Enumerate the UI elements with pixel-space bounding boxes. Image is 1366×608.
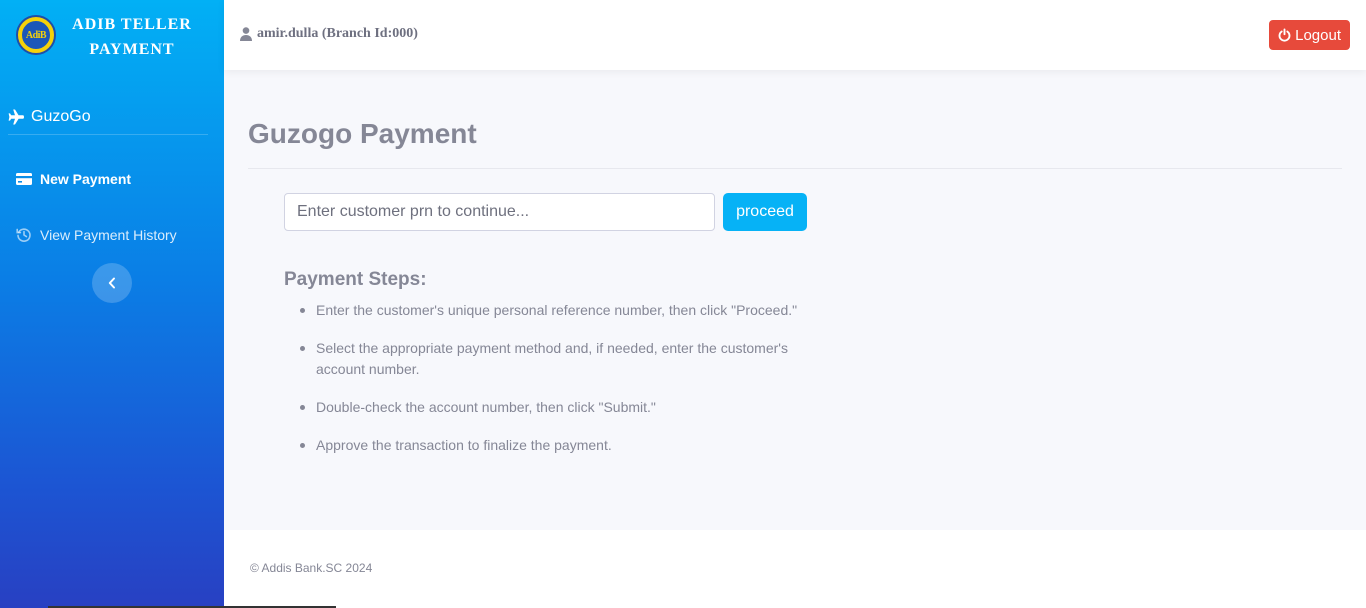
sidebar-item-label: New Payment (40, 171, 132, 187)
history-icon (16, 228, 31, 242)
topbar: amir.dulla (Branch Id:000) Logout (224, 0, 1366, 70)
user-info: amir.dulla (Branch Id:000) (240, 26, 418, 42)
sidebar: AdiB ADIB TELLER PAYMENT GuzoGo New Paym… (0, 0, 224, 608)
logout-label: Logout (1295, 26, 1341, 44)
footer: © Addis Bank.SC 2024 (224, 530, 1366, 608)
list-item: Select the appropriate payment method an… (284, 338, 824, 380)
prn-input[interactable] (284, 193, 715, 231)
proceed-button[interactable]: proceed (723, 193, 807, 231)
sidebar-section-label: GuzoGo (31, 108, 91, 125)
sidebar-item-label: View Payment History (40, 227, 177, 243)
sidebar-item-new-payment[interactable]: New Payment (16, 171, 131, 187)
credit-card-icon (16, 173, 32, 185)
chevron-left-icon (108, 277, 115, 289)
title-divider (248, 168, 1342, 169)
sidebar-section-guzogo: GuzoGo (8, 100, 208, 135)
payment-steps-title: Payment Steps: (284, 269, 427, 290)
copyright-text: © Addis Bank.SC 2024 (250, 561, 373, 575)
list-item: Enter the customer's unique personal ref… (284, 300, 824, 321)
user-name: amir.dulla (Branch Id:000) (257, 26, 418, 41)
logout-button[interactable]: Logout (1269, 20, 1350, 50)
plane-icon (8, 109, 24, 125)
brand-title: ADIB TELLER PAYMENT (66, 12, 198, 62)
list-item: Approve the transaction to finalize the … (284, 435, 824, 456)
list-item: Double-check the account number, then cl… (284, 397, 824, 418)
payment-steps-list: Enter the customer's unique personal ref… (284, 300, 824, 473)
sidebar-item-view-payment-history[interactable]: View Payment History (16, 227, 177, 243)
sidebar-collapse-button[interactable] (92, 263, 132, 303)
brand-title-line1: ADIB TELLER (72, 16, 192, 33)
bank-logo: AdiB (16, 15, 56, 55)
user-icon (240, 27, 252, 41)
brand-title-line2: PAYMENT (89, 41, 175, 58)
bank-logo-text: AdiB (21, 20, 51, 50)
brand[interactable]: AdiB ADIB TELLER PAYMENT (0, 0, 224, 70)
power-icon (1278, 28, 1291, 42)
page-title: Guzogo Payment (248, 118, 477, 149)
